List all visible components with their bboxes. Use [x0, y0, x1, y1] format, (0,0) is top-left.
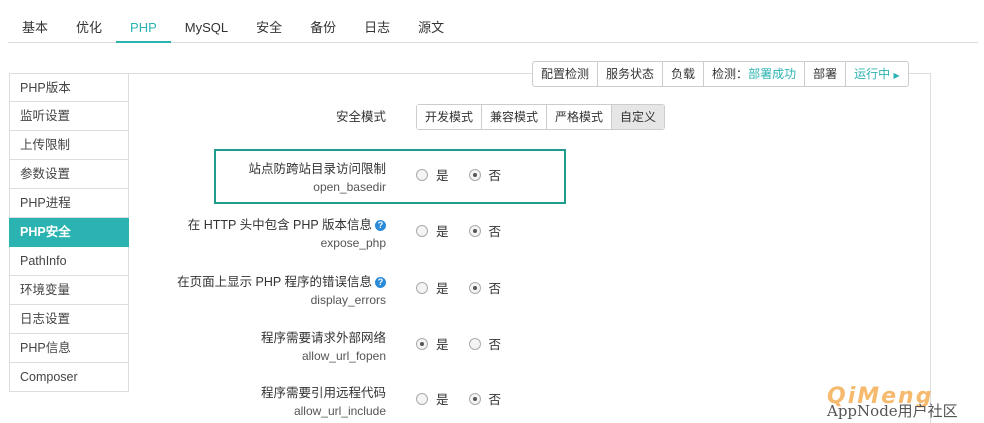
radio-label: 否: [488, 225, 502, 239]
load-button[interactable]: 负载: [663, 62, 705, 86]
setting-label-group: 在 HTTP 头中包含 PHP 版本信息? expose_php: [188, 216, 386, 252]
sidebar-item-php-process[interactable]: PHP进程: [9, 189, 129, 218]
detect-label: 检测：: [712, 67, 749, 81]
sidebar-item-composer[interactable]: Composer: [9, 363, 129, 392]
radio-label: 是: [436, 169, 449, 183]
setting-title: 在 HTTP 头中包含 PHP 版本信息?: [188, 216, 386, 234]
setting-title: 程序需要引用远程代码: [260, 386, 386, 400]
security-mode-selector: 开发模式 兼容模式 严格模式 自定义: [416, 104, 666, 130]
mode-strict-button[interactable]: 严格模式: [547, 105, 613, 129]
service-status-button[interactable]: 服务状态: [598, 62, 664, 86]
radio-circle[interactable]: [468, 224, 481, 237]
radio-label: 否: [488, 169, 502, 183]
open-basedir-no-radio[interactable]: 否: [468, 165, 502, 184]
tab-source[interactable]: 源文: [404, 14, 458, 42]
radio-label: 否: [488, 282, 502, 296]
display-errors-yes-radio[interactable]: 是: [416, 278, 449, 297]
setting-label-group: 在页面上显示 PHP 程序的错误信息? display_errors: [177, 273, 386, 309]
radio-label: 否: [488, 338, 502, 352]
allow-url-fopen-yes-radio[interactable]: 是: [416, 334, 449, 353]
sidebar-item-php-info[interactable]: PHP信息: [9, 334, 129, 363]
sidebar-item-params[interactable]: 参数设置: [9, 160, 129, 189]
tab-backup[interactable]: 备份: [296, 14, 350, 42]
sidebar-item-env[interactable]: 环境变量: [9, 276, 129, 305]
sidebar-item-upload[interactable]: 上传限制: [9, 131, 129, 160]
radio-circle[interactable]: [416, 224, 428, 237]
radio-label: 是: [436, 282, 449, 296]
allow-url-include-radio-group: 是 否: [416, 389, 521, 408]
setting-title: 站点防跨站目录访问限制: [248, 162, 386, 176]
setting-key: display_errors: [310, 293, 386, 307]
radio-circle[interactable]: [468, 392, 481, 405]
sidebar-item-listen[interactable]: 监听设置: [9, 102, 129, 131]
tab-optimize[interactable]: 优化: [62, 14, 116, 42]
service-toolbar: 配置检测 服务状态 负载 检测：部署成功 部署 运行中 ▶: [532, 61, 909, 87]
caret-right-icon: ▶: [893, 71, 900, 80]
radio-circle[interactable]: [468, 168, 481, 181]
help-icon[interactable]: ?: [375, 220, 386, 231]
radio-circle[interactable]: [416, 337, 428, 350]
radio-circle[interactable]: [468, 337, 481, 350]
expose-php-radio-group: 是 否: [416, 221, 521, 240]
display-errors-no-radio[interactable]: 否: [468, 278, 502, 297]
mode-custom-button[interactable]: 自定义: [612, 105, 665, 129]
allow-url-fopen-no-radio[interactable]: 否: [468, 334, 502, 353]
expose-php-yes-radio[interactable]: 是: [416, 221, 449, 240]
sidebar-item-log-settings[interactable]: 日志设置: [9, 305, 129, 334]
radio-circle[interactable]: [416, 392, 428, 405]
sidebar-item-pathinfo[interactable]: PathInfo: [9, 247, 129, 276]
radio-circle[interactable]: [468, 281, 481, 294]
radio-label: 是: [436, 225, 449, 239]
allow-url-include-yes-radio[interactable]: 是: [416, 389, 449, 408]
mode-compat-button[interactable]: 兼容模式: [482, 105, 548, 129]
allow-url-fopen-radio-group: 是 否: [416, 334, 521, 353]
setting-key: allow_url_include: [293, 404, 386, 418]
tab-basic[interactable]: 基本: [8, 14, 62, 42]
setting-title: 程序需要请求外部网络: [260, 331, 386, 345]
running-status-button[interactable]: 运行中 ▶: [846, 62, 908, 86]
setting-label-group: 程序需要请求外部网络 allow_url_fopen: [261, 329, 386, 365]
tab-mysql[interactable]: MySQL: [171, 14, 242, 42]
setting-title-text: 在 HTTP 头中包含 PHP 版本信息: [187, 218, 372, 232]
setting-title-text: 在页面上显示 PHP 程序的错误信息: [177, 275, 372, 289]
running-label: 运行中: [854, 67, 891, 81]
radio-circle[interactable]: [416, 168, 428, 181]
detect-status[interactable]: 检测：部署成功: [704, 62, 806, 86]
radio-label: 是: [436, 393, 449, 407]
php-sidebar: PHP版本 监听设置 上传限制 参数设置 PHP进程 PHP安全 PathInf…: [9, 73, 129, 392]
security-mode-label: 安全模式: [335, 110, 386, 124]
sidebar-item-php-version[interactable]: PHP版本: [9, 73, 129, 102]
security-mode-label-group: 安全模式: [336, 108, 386, 126]
mode-dev-button[interactable]: 开发模式: [417, 105, 483, 129]
top-tab-bar: 基本 优化 PHP MySQL 安全 备份 日志 源文: [8, 14, 978, 43]
detect-value: 部署成功: [748, 67, 797, 81]
setting-key: expose_php: [320, 236, 386, 250]
tab-security[interactable]: 安全: [242, 14, 296, 42]
setting-key: allow_url_fopen: [301, 349, 386, 363]
display-errors-radio-group: 是 否: [416, 278, 521, 297]
tab-logs[interactable]: 日志: [350, 14, 404, 42]
setting-label-group: 站点防跨站目录访问限制 open_basedir: [248, 160, 386, 196]
watermark-text: AppNode用户社区: [827, 402, 958, 420]
help-icon[interactable]: ?: [375, 277, 386, 288]
deploy-button[interactable]: 部署: [805, 62, 847, 86]
tab-php[interactable]: PHP: [116, 14, 171, 43]
expose-php-no-radio[interactable]: 否: [468, 221, 502, 240]
setting-title: 在页面上显示 PHP 程序的错误信息?: [177, 273, 386, 291]
radio-circle[interactable]: [416, 281, 428, 294]
open-basedir-radio-group: 是 否: [416, 165, 521, 184]
open-basedir-yes-radio[interactable]: 是: [416, 165, 449, 184]
sidebar-item-php-security[interactable]: PHP安全: [9, 218, 129, 247]
allow-url-include-no-radio[interactable]: 否: [468, 389, 502, 408]
setting-key: open_basedir: [313, 180, 386, 194]
radio-label: 否: [488, 393, 502, 407]
config-check-button[interactable]: 配置检测: [533, 62, 599, 86]
radio-label: 是: [436, 338, 449, 352]
setting-label-group: 程序需要引用远程代码 allow_url_include: [261, 384, 386, 420]
watermark: QiMeng AppNode用户社区: [823, 384, 983, 422]
